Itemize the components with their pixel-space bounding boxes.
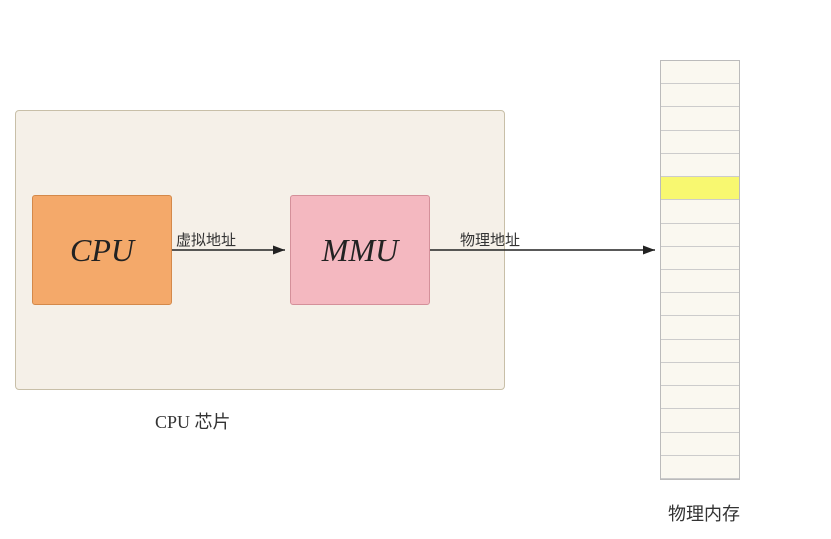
memory-row <box>661 363 739 386</box>
mmu-block: MMU <box>290 195 430 305</box>
memory-row <box>661 409 739 432</box>
memory-row <box>661 177 739 200</box>
memory-row <box>661 224 739 247</box>
memory-block <box>660 60 740 480</box>
memory-row <box>661 247 739 270</box>
cpu-chip-label: CPU 芯片 <box>155 408 231 434</box>
memory-row <box>661 316 739 339</box>
memory-row <box>661 84 739 107</box>
memory-row <box>661 456 739 479</box>
memory-row <box>661 340 739 363</box>
memory-row <box>661 154 739 177</box>
memory-row <box>661 433 739 456</box>
memory-row <box>661 386 739 409</box>
diagram-container: CPU 芯片 CPU MMU 物理内存 虚拟地址 物理地址 <box>0 0 831 539</box>
cpu-block: CPU <box>32 195 172 305</box>
memory-label: 物理内存 <box>668 500 740 526</box>
cpu-block-label: CPU <box>70 232 134 269</box>
memory-row <box>661 200 739 223</box>
mmu-block-label: MMU <box>322 232 398 269</box>
memory-row <box>661 131 739 154</box>
memory-row <box>661 270 739 293</box>
memory-row <box>661 293 739 316</box>
memory-row <box>661 61 739 84</box>
memory-row <box>661 107 739 130</box>
